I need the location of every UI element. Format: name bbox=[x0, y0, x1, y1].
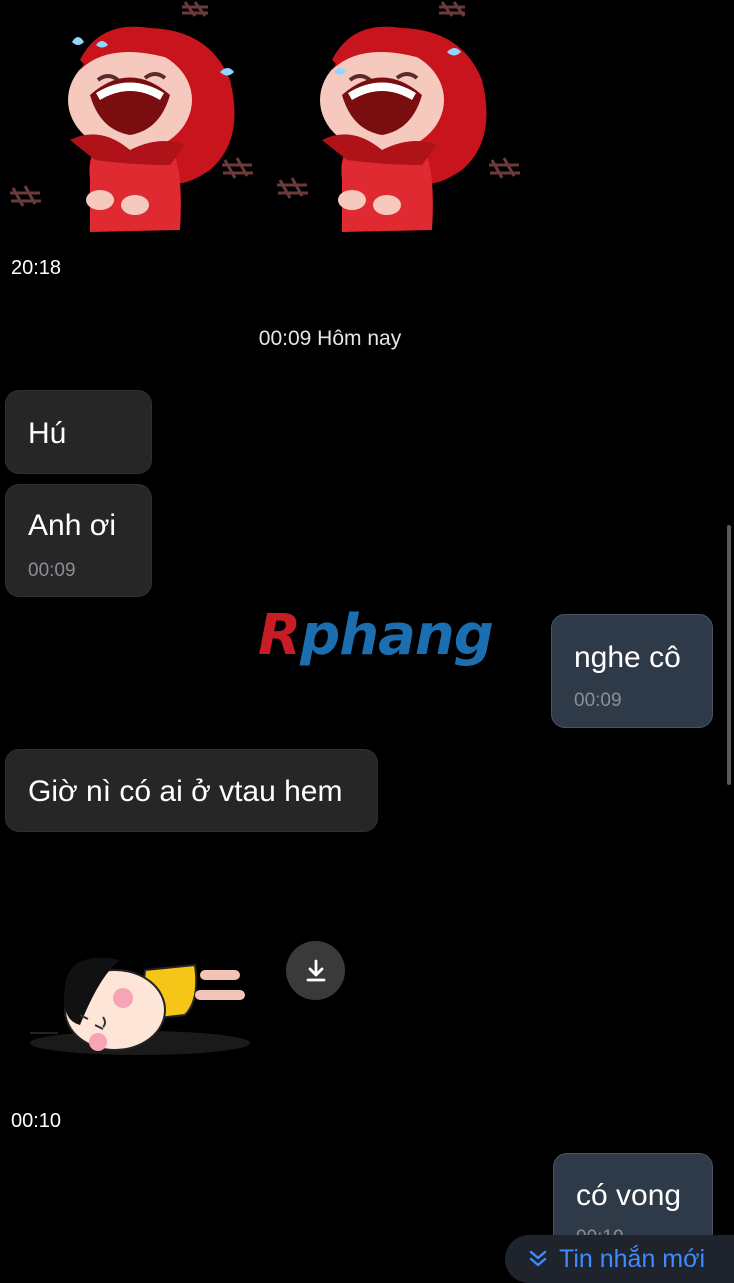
sticker-timestamp: 20:18 bbox=[11, 257, 62, 279]
message-text: có vong bbox=[576, 1179, 682, 1212]
watermark-first: R bbox=[258, 603, 301, 668]
message-bubble-outgoing[interactable]: nghe cô 00:09 bbox=[551, 614, 713, 728]
day-separator: 00:09 Hôm nay bbox=[258, 327, 402, 350]
scrollbar[interactable] bbox=[727, 525, 731, 785]
message-text: Anh ơi bbox=[28, 509, 117, 542]
double-chevron-down-icon bbox=[529, 1250, 547, 1267]
sticker-laughing-girl-1[interactable] bbox=[10, 0, 270, 245]
watermark-logo: Rphang bbox=[258, 603, 494, 668]
new-messages-button[interactable]: Tin nhắn mới bbox=[505, 1235, 734, 1283]
message-text: Hú bbox=[28, 417, 67, 450]
message-text: nghe cô bbox=[574, 641, 681, 674]
sticker-timestamp: 00:10 bbox=[11, 1110, 62, 1132]
message-text: Giờ nì có ai ở vtau hem bbox=[28, 775, 343, 808]
watermark-rest: phang bbox=[300, 603, 494, 668]
message-bubble-incoming[interactable]: Hú bbox=[5, 390, 152, 474]
sticker-laughing-girl-2[interactable] bbox=[272, 0, 532, 245]
new-messages-label: Tin nhắn mới bbox=[559, 1244, 706, 1273]
download-icon bbox=[306, 959, 325, 981]
sticker-lying-kid[interactable] bbox=[20, 925, 260, 1065]
message-time: 00:09 bbox=[574, 690, 622, 711]
message-time: 00:09 bbox=[28, 560, 76, 581]
message-bubble-incoming[interactable]: Giờ nì có ai ở vtau hem bbox=[5, 749, 378, 832]
download-button[interactable] bbox=[286, 941, 345, 1000]
message-bubble-incoming[interactable]: Anh ơi 00:09 bbox=[5, 484, 152, 597]
